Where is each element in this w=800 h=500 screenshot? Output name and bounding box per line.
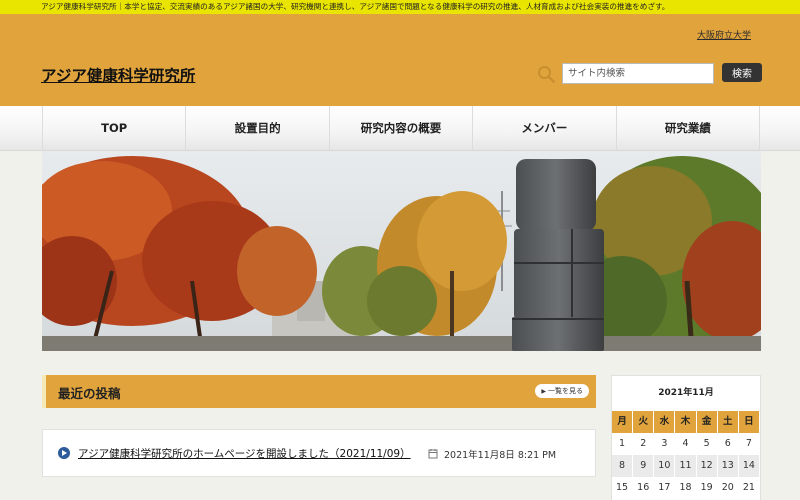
calendar-day: 12: [697, 455, 718, 477]
search-button[interactable]: 検索: [722, 63, 762, 82]
calendar-day: 9: [633, 455, 655, 477]
weekday-mon: 月: [612, 411, 634, 433]
view-all-button[interactable]: ▶ 一覧を見る: [535, 384, 589, 398]
calendar-icon: [428, 449, 438, 459]
calendar-week: 8 9 10 11 12 13 14: [612, 455, 760, 477]
weekday-tue: 火: [633, 411, 655, 433]
calendar-day: 14: [739, 455, 760, 477]
weekday-fri: 金: [697, 411, 718, 433]
search-input[interactable]: [562, 63, 714, 84]
weekday-thu: 木: [675, 411, 697, 433]
calendar-day: 5: [697, 433, 718, 455]
recent-posts-header: 最近の投稿 ▶ 一覧を見る: [42, 375, 596, 408]
calendar-day: 15: [612, 477, 634, 499]
calendar-day: 16: [633, 477, 655, 499]
tagline-bar: アジア健康科学研究所｜本学と協定、交流実績のあるアジア諸国の大学、研究機関と連携…: [0, 0, 800, 14]
calendar-day: 17: [654, 477, 676, 499]
nav-item-achievements[interactable]: 研究業績: [615, 106, 761, 151]
nav-item-top[interactable]: TOP: [42, 106, 185, 151]
calendar-day: 2: [633, 433, 655, 455]
calendar-day: 8: [612, 455, 634, 477]
calendar-day: 19: [697, 477, 718, 499]
calendar-day: 21: [739, 477, 760, 499]
calendar-day: 1: [612, 433, 634, 455]
post-title-link[interactable]: アジア健康科学研究所のホームページを開設しました（2021/11/09）: [78, 446, 411, 461]
weekday-wed: 水: [654, 411, 676, 433]
play-circle-icon: [58, 447, 70, 459]
calendar-day: 4: [675, 433, 697, 455]
main-nav: TOP 設置目的 研究内容の概要 メンバー 研究業績: [0, 106, 800, 151]
tagline-text: アジア健康科学研究所｜本学と協定、交流実績のあるアジア諸国の大学、研究機関と連携…: [41, 2, 670, 11]
calendar-title: 2021年11月: [658, 388, 714, 398]
calendar-day: 18: [675, 477, 697, 499]
post-date: 2021年11月8日 8:21 PM: [444, 450, 557, 461]
search-icon: [538, 66, 555, 83]
play-icon: ▶: [541, 388, 546, 395]
recent-posts-title: 最近の投稿: [58, 386, 121, 401]
calendar-weekday-row: 月 火 水 木 金 土 日: [612, 411, 760, 433]
nav-item-purpose[interactable]: 設置目的: [185, 106, 328, 151]
nav-item-members[interactable]: メンバー: [472, 106, 615, 151]
calendar-day: 13: [718, 455, 739, 477]
site-title[interactable]: アジア健康科学研究所: [41, 64, 195, 86]
calendar-day: 20: [718, 477, 739, 499]
calendar-day: 10: [654, 455, 676, 477]
hero-photo: [42, 151, 761, 351]
hero-image: [42, 151, 761, 351]
calendar-week: 1 2 3 4 5 6 7: [612, 433, 760, 455]
calendar-day: 7: [739, 433, 760, 455]
weekday-sun: 日: [739, 411, 760, 433]
weekday-sat: 土: [718, 411, 739, 433]
view-all-label: 一覧を見る: [548, 387, 583, 395]
nav-item-research-overview[interactable]: 研究内容の概要: [328, 106, 472, 151]
list-item: アジア健康科学研究所のホームページを開設しました（2021/11/09） 202…: [42, 429, 596, 477]
calendar-week: 15 16 17 18 19 20 21: [612, 477, 760, 499]
calendar-widget: 2021年11月 月 火 水 木 金 土 日 1 2 3 4 5 6 7 8 9…: [611, 375, 761, 500]
calendar-day: 3: [654, 433, 676, 455]
calendar-day: 6: [718, 433, 739, 455]
site-header: 大阪府立大学 アジア健康科学研究所 検索: [0, 14, 800, 106]
university-link[interactable]: 大阪府立大学: [697, 28, 751, 41]
calendar-day: 11: [675, 455, 697, 477]
